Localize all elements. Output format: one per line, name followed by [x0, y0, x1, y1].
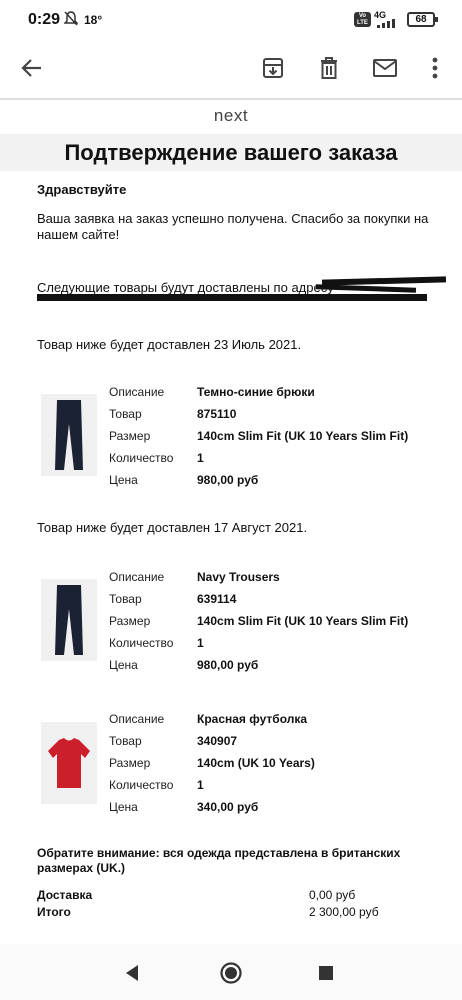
- label-size: Размер: [109, 429, 151, 443]
- item-description: Темно-синие брюки: [197, 385, 315, 399]
- item-number: 639114: [197, 592, 237, 606]
- delivery-label: Доставка: [37, 888, 93, 902]
- label-quantity: Количество: [109, 451, 174, 465]
- received-text-2: нашем сайте!: [37, 227, 120, 242]
- brand-logo: next: [213, 106, 249, 125]
- label-quantity: Количество: [109, 778, 174, 792]
- label-size: Размер: [109, 614, 151, 628]
- email-toolbar: [0, 40, 462, 96]
- system-nav-bar: [0, 944, 462, 1000]
- item-description: Красная футболка: [197, 712, 308, 726]
- label-price: Цена: [109, 473, 138, 487]
- item-description: Navy Trousers: [197, 570, 280, 584]
- label-description: Описание: [109, 712, 165, 726]
- item-quantity: 1: [197, 636, 204, 650]
- item-price: 980,00 руб: [197, 473, 259, 487]
- bell-muted-icon: [63, 11, 79, 30]
- signal-icon: [377, 17, 399, 28]
- item-price: 340,00 руб: [197, 800, 259, 814]
- size-note-2: размерах (UK.): [37, 861, 126, 875]
- shipment-date: Товар ниже будет доставлен 23 Июль 2021.: [37, 337, 302, 352]
- total-value: 2 300,00 руб: [309, 905, 379, 919]
- received-text-1: Ваша заявка на заказ успешно получена. С…: [37, 211, 429, 226]
- total-label: Итого: [37, 905, 71, 919]
- label-price: Цена: [109, 800, 138, 814]
- item-size: 140cm (UK 10 Years): [197, 756, 315, 770]
- item-quantity: 1: [197, 778, 204, 792]
- label-item: Товар: [109, 592, 142, 606]
- archive-icon[interactable]: [257, 52, 289, 84]
- shipment-date: Товар ниже будет доставлен 17 Август 202…: [37, 520, 308, 535]
- back-arrow-icon[interactable]: [16, 52, 48, 84]
- more-vert-icon[interactable]: [419, 52, 451, 84]
- label-quantity: Количество: [109, 636, 174, 650]
- product-image-navy-trousers[interactable]: [41, 579, 97, 661]
- battery-icon: 68: [407, 12, 438, 27]
- greeting: Здравствуйте: [37, 182, 127, 197]
- label-description: Описание: [109, 570, 165, 584]
- label-description: Описание: [109, 385, 165, 399]
- delivery-value: 0,00 руб: [309, 888, 356, 902]
- item-quantity: 1: [197, 451, 204, 465]
- mail-icon[interactable]: [369, 52, 401, 84]
- nav-recents-icon[interactable]: [313, 960, 339, 986]
- nav-home-icon[interactable]: [218, 960, 244, 986]
- label-price: Цена: [109, 658, 138, 672]
- label-item: Товар: [109, 407, 142, 421]
- nav-back-icon[interactable]: [119, 960, 145, 986]
- product-image-navy-trousers[interactable]: [41, 394, 97, 476]
- status-temperature: 18°: [84, 13, 103, 27]
- redaction-mark: [37, 294, 427, 301]
- size-note-1: Обратите внимание: вся одежда представле…: [37, 846, 401, 860]
- status-bar: 0:29 18° Vo LTE 4G 68: [0, 0, 462, 40]
- item-size: 140cm Slim Fit (UK 10 Years Slim Fit): [197, 429, 409, 443]
- status-time: 0:29: [28, 11, 61, 28]
- item-price: 980,00 руб: [197, 658, 259, 672]
- label-size: Размер: [109, 756, 151, 770]
- email-body: next Подтверждение вашего заказа Здравст…: [0, 98, 462, 943]
- volte-icon: Vo LTE: [354, 12, 371, 27]
- product-image-red-t-shirt[interactable]: [41, 722, 97, 804]
- item-number: 875110: [197, 407, 237, 421]
- trash-icon[interactable]: [313, 52, 345, 84]
- item-number: 340907: [197, 734, 238, 748]
- item-size: 140cm Slim Fit (UK 10 Years Slim Fit): [197, 614, 409, 628]
- email-title: Подтверждение вашего заказа: [0, 134, 462, 171]
- label-item: Товар: [109, 734, 142, 748]
